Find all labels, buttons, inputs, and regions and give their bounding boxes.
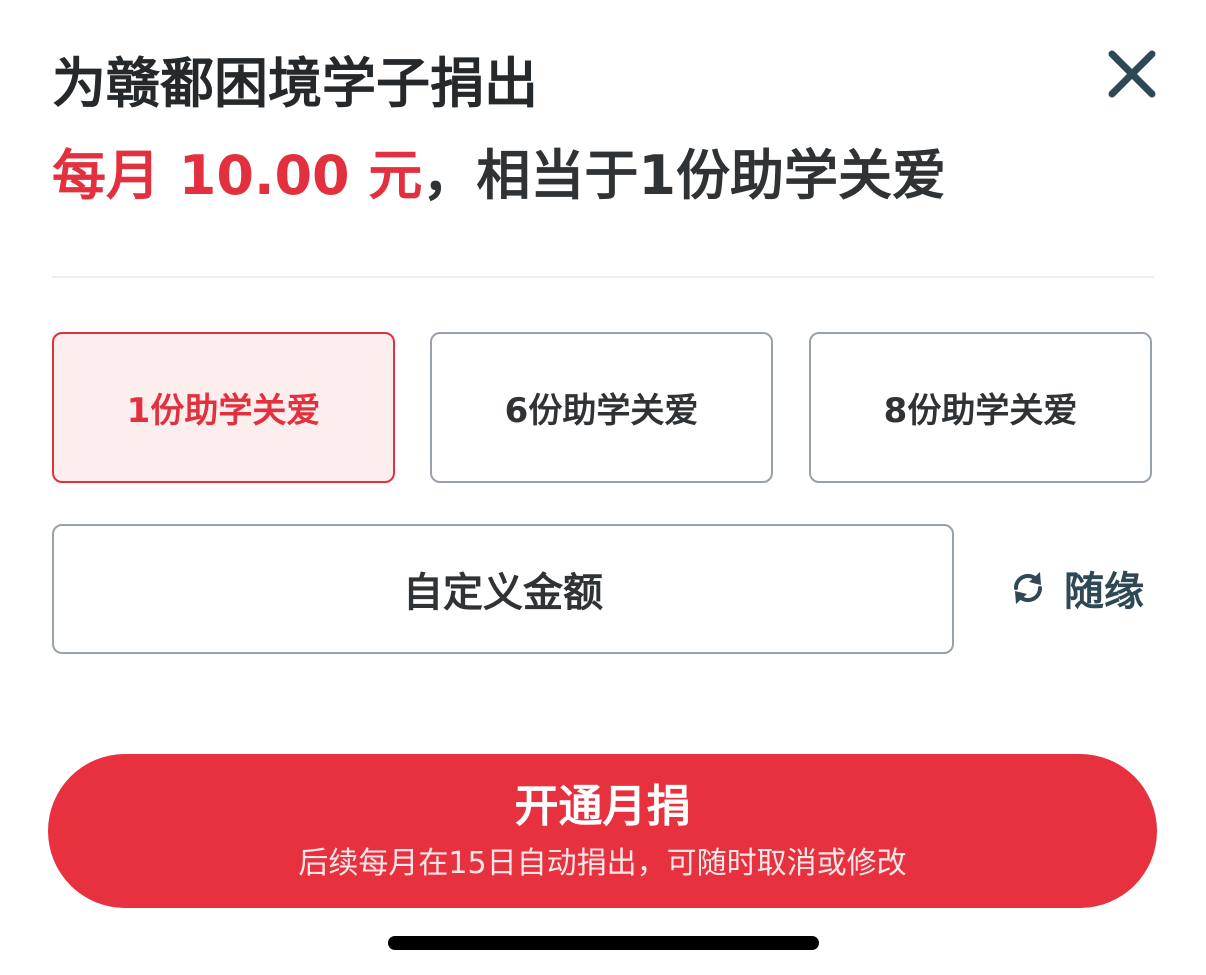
option-label: 6份助学关爱 — [504, 391, 699, 431]
random-amount-button[interactable]: 随缘 — [1008, 556, 1144, 620]
donation-sheet: 为赣鄱困境学子捐出 每月 10.00 元，相当于1份助学关爱 1份助学关爱 6份… — [0, 0, 1206, 975]
close-button[interactable] — [1100, 44, 1164, 108]
refresh-icon — [1008, 568, 1048, 608]
summary-equivalent: ，相当于1份助学关爱 — [422, 144, 946, 207]
donation-summary: 每月 10.00 元，相当于1份助学关爱 — [52, 140, 946, 212]
home-indicator — [388, 936, 819, 950]
cta-note: 后续每月在15日自动捐出，可随时取消或修改 — [298, 846, 907, 881]
close-icon — [1100, 44, 1164, 108]
option-6-shares[interactable]: 6份助学关爱 — [430, 332, 773, 483]
custom-amount-label: 自定义金额 — [403, 570, 603, 616]
option-8-shares[interactable]: 8份助学关爱 — [809, 332, 1152, 483]
custom-amount-button[interactable]: 自定义金额 — [52, 524, 954, 654]
monthly-amount: 每月 10.00 元 — [52, 144, 423, 207]
page-title: 为赣鄱困境学子捐出 — [52, 52, 538, 115]
divider — [52, 276, 1154, 278]
option-1-share[interactable]: 1份助学关爱 — [52, 332, 395, 483]
option-label: 8份助学关爱 — [883, 391, 1078, 431]
cta-label: 开通月捐 — [514, 781, 691, 832]
option-label: 1份助学关爱 — [126, 391, 321, 431]
start-monthly-donation-button[interactable]: 开通月捐 后续每月在15日自动捐出，可随时取消或修改 — [48, 754, 1157, 908]
random-amount-label: 随缘 — [1064, 569, 1144, 615]
